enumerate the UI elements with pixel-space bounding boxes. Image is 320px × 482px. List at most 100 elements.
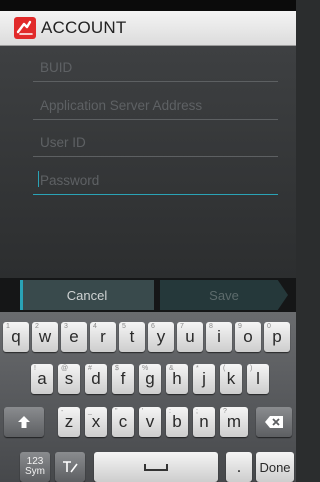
shift-arrow-icon [18, 416, 30, 428]
key-z-hint: - [61, 408, 64, 415]
symbols-key[interactable]: 123 Sym [20, 452, 50, 482]
key-c[interactable]: " c [112, 407, 134, 437]
key-j-hint: * [196, 365, 199, 372]
key-v-hint: ' [142, 408, 144, 415]
key-b-hint: : [169, 408, 171, 415]
key-o-hint: 9 [238, 323, 242, 330]
key-s-label: s [64, 369, 74, 388]
status-bar [0, 0, 296, 11]
cancel-button[interactable]: Cancel [20, 280, 154, 310]
save-button[interactable]: Save [160, 280, 288, 310]
key-f-label: f [120, 369, 126, 388]
key-q-hint: 1 [6, 323, 10, 330]
buid-field[interactable]: BUID [33, 53, 278, 82]
backspace-icon [265, 416, 283, 428]
key-o-label: o [243, 327, 253, 346]
shift-key[interactable] [4, 407, 44, 437]
key-i[interactable]: 8i [206, 322, 232, 352]
key-u[interactable]: 7u [177, 322, 203, 352]
done-key[interactable]: Done [256, 452, 294, 482]
key-b-label: b [172, 412, 182, 431]
key-h-hint: & [169, 365, 174, 372]
key-y[interactable]: 6y [148, 322, 174, 352]
key-n-label: n [199, 412, 209, 431]
key-j[interactable]: * j [193, 364, 215, 394]
key-z[interactable]: -z [58, 407, 80, 437]
key-w-label: w [38, 327, 52, 346]
key-v[interactable]: ' v [139, 407, 161, 437]
key-d-hint: # [88, 365, 92, 372]
key-h-label: h [172, 369, 182, 388]
key-f-hint: $ [115, 365, 119, 372]
app-logo-icon [14, 17, 36, 39]
key-g-hint: % [142, 365, 149, 372]
key-p[interactable]: 0p [264, 322, 290, 352]
user-id-placeholder: User ID [40, 135, 86, 150]
key-p-hint: 0 [267, 323, 271, 330]
key-a-hint: ! [34, 365, 36, 372]
key-n[interactable]: ; n [193, 407, 215, 437]
key-m-hint: ? [223, 408, 227, 415]
key-t[interactable]: 5t [119, 322, 145, 352]
key-u-hint: 7 [180, 323, 184, 330]
buid-placeholder: BUID [40, 60, 73, 75]
key-p-label: p [272, 327, 282, 346]
key-d[interactable]: # d [85, 364, 107, 394]
key-t-label: t [129, 327, 135, 346]
space-key[interactable] [94, 452, 218, 482]
key-b[interactable]: :b [166, 407, 188, 437]
key-g[interactable]: % g [139, 364, 161, 394]
text-cursor [38, 171, 39, 187]
key-c-label: c [118, 412, 128, 431]
key-w[interactable]: 2w [32, 322, 58, 352]
server-address-placeholder: Application Server Address [40, 98, 203, 113]
key-r-label: r [100, 327, 106, 346]
key-s[interactable]: @ s [58, 364, 80, 394]
period-key[interactable]: . [226, 452, 252, 482]
key-j-label: j [202, 369, 206, 388]
key-k[interactable]: (k [220, 364, 242, 394]
password-field[interactable]: Password [33, 166, 278, 195]
key-y-hint: 6 [151, 323, 155, 330]
key-e[interactable]: 3e [61, 322, 87, 352]
key-x-label: x [91, 412, 101, 431]
page-title: ACCOUNT [41, 18, 127, 37]
password-placeholder: Password [40, 173, 100, 188]
handwriting-icon [63, 461, 78, 473]
key-s-hint: @ [61, 365, 69, 372]
space-bar-icon [144, 464, 168, 471]
key-x[interactable]: _ x [85, 407, 107, 437]
button-bar: Cancel Save [0, 278, 296, 312]
key-x-hint: _ [88, 408, 92, 415]
key-c-hint: " [115, 408, 118, 415]
key-i-hint: 8 [209, 323, 213, 330]
backspace-key[interactable] [256, 407, 292, 437]
key-f[interactable]: $ f [112, 364, 134, 394]
key-k-label: k [226, 369, 236, 388]
key-m-label: m [226, 412, 242, 431]
key-h[interactable]: & h [166, 364, 188, 394]
user-id-field[interactable]: User ID [33, 128, 278, 157]
key-v-label: v [145, 412, 155, 431]
key-n-hint: ; [196, 408, 198, 415]
handwriting-key[interactable] [55, 452, 85, 482]
key-l[interactable]: ) l [247, 364, 269, 394]
key-g-label: g [145, 369, 155, 388]
key-m[interactable]: ? m [220, 407, 248, 437]
cancel-button-accent [20, 280, 23, 310]
title-bar: ACCOUNT [0, 11, 296, 46]
key-a-label: a [37, 369, 47, 388]
key-t-hint: 5 [122, 323, 126, 330]
key-o[interactable]: 9o [235, 322, 261, 352]
server-address-field[interactable]: Application Server Address [33, 91, 278, 120]
key-r[interactable]: 4r [90, 322, 116, 352]
key-a[interactable]: ! a [31, 364, 53, 394]
key-y-label: y [156, 327, 166, 346]
key-d-label: d [91, 369, 101, 388]
key-q[interactable]: 1q [3, 322, 29, 352]
account-form: BUID Application Server Address User ID … [0, 46, 296, 278]
key-l-hint: ) [250, 365, 253, 372]
key-e-hint: 3 [64, 323, 68, 330]
onscreen-keyboard: 1q 2w 3e 4r 5t 6y 7u 8i 9o 0p ! a @ s # d $… [0, 312, 296, 482]
key-l-label: l [256, 369, 260, 388]
